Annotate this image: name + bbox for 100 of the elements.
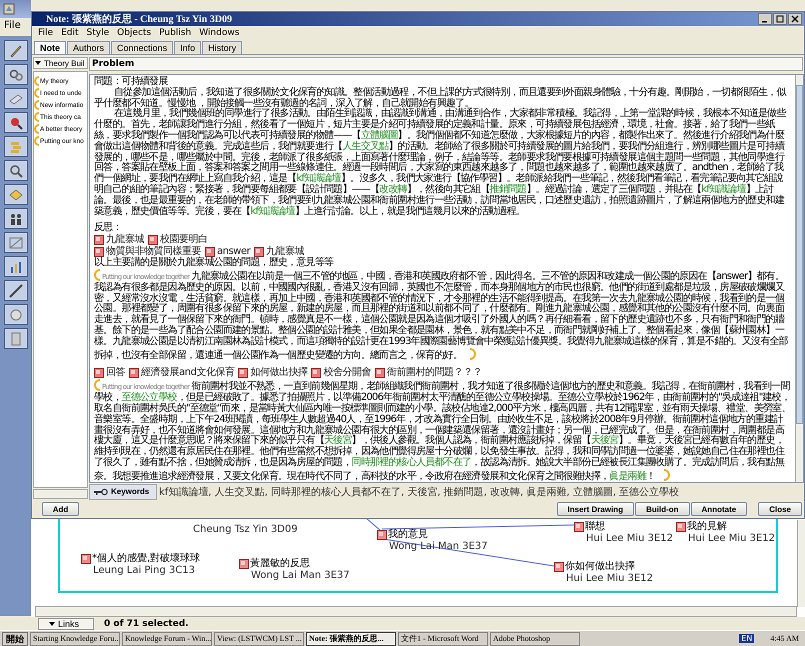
tool-button[interactable]	[4, 40, 28, 61]
action-button[interactable]: Build-on	[635, 502, 690, 516]
note-icon	[94, 247, 104, 258]
language-indicator[interactable]: EN	[739, 634, 754, 643]
note-author: Hui Lee Miu 3E12	[566, 573, 654, 585]
scrollbar[interactable]	[35, 606, 797, 617]
menu-item[interactable]: Edit	[61, 28, 78, 38]
note-title[interactable]: 我的意見	[388, 529, 428, 541]
tool-button[interactable]	[4, 184, 28, 205]
tool-button[interactable]	[4, 328, 28, 349]
note-title[interactable]: 聯想	[585, 521, 605, 533]
frame-icon	[8, 234, 24, 250]
note-reference[interactable]: 校舍分開會	[311, 367, 371, 380]
tool-button[interactable]	[4, 208, 28, 229]
note-reference[interactable]: 衙前圍村的問題？？？	[374, 367, 482, 380]
taskbar-item[interactable]: 文件1 - Microsoft Word	[398, 632, 488, 646]
scrollbar[interactable]	[33, 489, 88, 499]
note-icon	[94, 368, 104, 378]
bracket-icon	[664, 468, 670, 481]
taskbar-item[interactable]: Note: 張紫燕的反思...	[306, 632, 396, 646]
tool-button[interactable]	[4, 256, 28, 277]
tool-button[interactable]	[4, 136, 28, 157]
links-dropdown[interactable]: Links	[38, 618, 94, 630]
keyword-link[interactable]: 天後宮	[324, 435, 352, 446]
note-author: Hui Lee Miu 3E12	[586, 533, 674, 545]
maximize-icon	[776, 15, 784, 23]
tool-button[interactable]	[4, 112, 28, 133]
keyword-link[interactable]: 改改轉	[379, 184, 407, 195]
note-author: Leung Lai Ping 3C13	[93, 565, 196, 577]
clock: 4:45 AM	[770, 634, 799, 643]
tab[interactable]: Note	[34, 41, 66, 54]
keyword-link[interactable]: kf知識論壇	[701, 184, 746, 195]
keyword-link[interactable]: 推銷問題	[490, 184, 526, 195]
note-reference[interactable]: 校園要明白	[148, 234, 208, 246]
keyword-link[interactable]: 眞是兩難	[609, 470, 646, 482]
note-reference[interactable]: 回答	[94, 367, 125, 380]
note-reference[interactable]: 九龍寨城	[94, 234, 144, 246]
note-icon[interactable]	[377, 530, 387, 540]
note-icon[interactable]	[676, 522, 686, 532]
taskbar-item[interactable]: View: (LSTWCM) LST ...	[214, 632, 304, 646]
selection-status: 0 of 71 selected.	[104, 618, 189, 628]
tab[interactable]: Authors	[67, 41, 110, 54]
note-icon	[129, 368, 139, 378]
note-icon[interactable]	[574, 522, 584, 532]
note-reference[interactable]: 經濟發展and文化保育	[129, 367, 234, 380]
bracket-icon	[94, 379, 100, 392]
note-title[interactable]: 你如何做出抉擇	[565, 561, 635, 573]
problem-field[interactable]: Problem	[89, 57, 803, 71]
note-title[interactable]: *個人的感覺,對破壞球球	[92, 553, 200, 565]
tool-button[interactable]	[4, 88, 28, 109]
tab[interactable]: Info	[174, 41, 202, 54]
note-author: Cheung Tsz Yin 3D09	[193, 524, 298, 536]
keyword-link[interactable]: 至德公立學校	[122, 392, 177, 404]
note-icon[interactable]	[554, 562, 564, 572]
caret-icon	[35, 61, 41, 65]
minimize-button[interactable]	[758, 13, 772, 25]
maximize-button[interactable]	[773, 13, 787, 25]
add-button[interactable]: Add	[42, 502, 80, 516]
keyword-link[interactable]: kf知識論壇	[296, 173, 341, 184]
scaffold-dropdown[interactable]: Theory Buil	[33, 57, 88, 69]
note-content[interactable]	[89, 74, 804, 483]
menu-item[interactable]: Style	[86, 28, 110, 38]
tab[interactable]: History	[202, 41, 242, 54]
menu-item[interactable]: Publish	[159, 28, 192, 38]
action-button[interactable]: Insert Drawing	[556, 502, 634, 516]
key-icon	[94, 488, 108, 496]
paragraph-text: 在這幾月里，我們幾個班的同學進行了很多活動。由陌生到認識，由認識到溝通，由溝通到合作，大家都非常積極。我記得，上第一堂課的時候，我根本不知道是做些什麼的。首先，老師讓我們進行分組，然後看了一個短片，短片主要是介紹可持續發展的定義和計量。原來，可持續發展包括經濟，環境，社會。接著，給了我們一些紙絲，要求我們製作一個我們認為可以代表可持續發展的物體——【立體腦圖】。我們個個都不知道怎麼做，大家根據短片的內容，都製作出來了。然後進行介紹我們為什麼會做出這個物體和背後的意義。完成這些后，我們就要進行【人生交叉點】的活動。老師給了很多關於可持續發展的圖片給我們，要我們分組進行，辨別哪些圖片是可持續發展的，哪些不是，哪些屬於中間。完後，老師派了很多紙張，上面寫著什麼理論，例子，結論等等。老師要求我們要根據可持續發展這個主題問一些問題，其他同學進行回答，答案貼在壁板上面，答案和答案之間用一些線條連住。經過一段時間后，大家寫的東西越來越多了，問題也越來越多了，範圍也越來越廣了。andthen，老師給了我們一個網址，要我們在網址上寫自我介紹，這是【kf知識論壇】。沒多久，我們大家進行【協作學習】。老師派給我們一些筆記，然後我們看筆記，看完筆記要向其它組說明自己的組的筆記內容；緊接著，我們要每組都要【設計問題】——【改改轉】，然後向其它組【推銷問題】。經過討論，選定了三個問題，并貼在【kf知識論壇】上討論。最後，也是最重要的，在老師的帶領下，我們要到九龍寨城公園和衙前圍村進行一些活動，訪問當地居民，口述歷史遺訪，拍照遺跡圖片，了解這兩個地方的歷史和建築意義，歷史價值等等。完後，要在【kf知識論壇】上進行討論。以上，就是我們這幾月以來的活動過程。	[94, 109, 788, 218]
note-title[interactable]: 我的見解	[687, 521, 727, 533]
menu-item[interactable]: Objects	[117, 28, 152, 38]
keyword-link[interactable]: 立體腦圖	[360, 130, 398, 141]
keywords-button[interactable]: Keywords	[89, 484, 157, 500]
close-button[interactable]	[788, 13, 802, 25]
keyword-link[interactable]: 天後宮	[590, 435, 618, 446]
start-button[interactable]: 開始	[2, 632, 28, 646]
tab[interactable]: Connections	[111, 41, 174, 54]
note-author: Wong Lai Man 3E37	[251, 570, 350, 582]
tool-button[interactable]	[4, 64, 28, 85]
note-reference[interactable]: 如何做出抉擇	[238, 367, 308, 380]
scrollbar[interactable]	[795, 75, 803, 482]
window-title: Note: 張紫燕的反思 - Cheung Tsz Yin 3D09	[46, 12, 232, 26]
keyword-link[interactable]: 人生交叉點	[342, 140, 388, 152]
keyword-link[interactable]: kf知識論壇	[250, 206, 295, 217]
menu-item[interactable]: File	[38, 28, 54, 38]
scrollbar[interactable]	[797, 520, 805, 607]
taskbar-item[interactable]: Adobe Photoshop	[490, 632, 580, 646]
tool-button[interactable]	[4, 304, 28, 325]
action-button[interactable]: Annotate	[690, 502, 748, 516]
tool-button[interactable]	[4, 280, 28, 301]
menu-item[interactable]: File	[4, 20, 21, 31]
taskbar-item[interactable]: Knowledge Forum - Win...	[122, 632, 212, 646]
tool-button[interactable]	[4, 160, 28, 181]
note-icon[interactable]	[239, 559, 249, 569]
menu-item[interactable]: Windows	[199, 28, 240, 38]
taskbar-item[interactable]: Starting Knowledge Foru...	[30, 632, 120, 646]
note-icon[interactable]	[81, 554, 91, 564]
tool-button[interactable]	[4, 232, 28, 253]
note-icon	[238, 368, 248, 378]
note-title[interactable]: 黃麗敏的反思	[250, 558, 310, 570]
action-button[interactable]: Close	[758, 502, 802, 516]
keyword-link[interactable]: 同時那裡的核心人員都不在了	[352, 456, 472, 468]
